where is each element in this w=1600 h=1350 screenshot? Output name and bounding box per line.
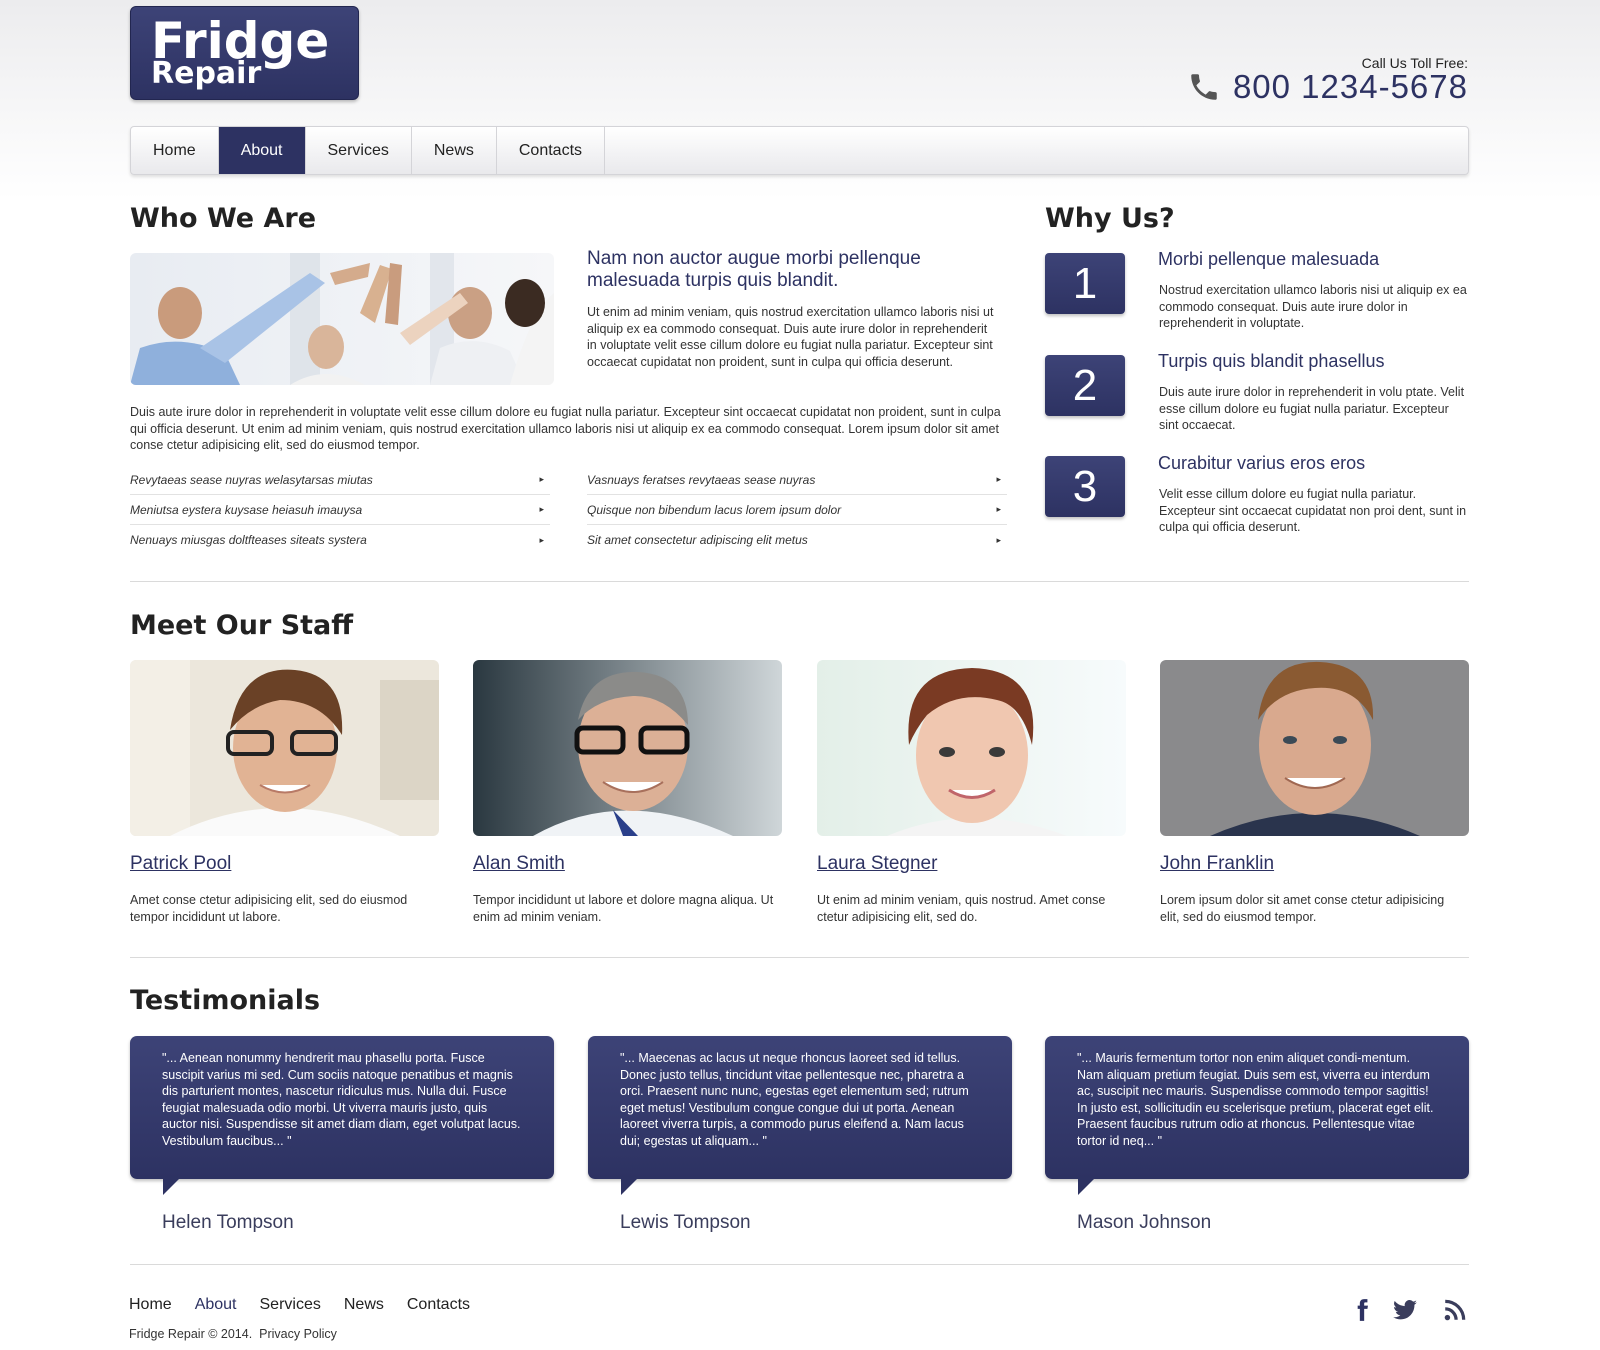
arrow-right-icon: ▸: [539, 534, 544, 545]
list-item-label: Nenuays miusgas doltfteases siteats syst…: [130, 533, 367, 547]
why-item-text: Nostrud exercitation ullamco laboris nis…: [1159, 283, 1467, 331]
why-title: Why Us?: [1045, 203, 1175, 234]
copyright: Fridge Repair © 2014. Privacy Policy: [129, 1327, 337, 1341]
privacy-policy-link[interactable]: Privacy Policy: [259, 1327, 337, 1341]
who-list-right: Vasnuays feratses revytaeas sease nuyras…: [587, 465, 1007, 555]
footer-nav: Home About Services News Contacts: [129, 1296, 470, 1314]
phone-number[interactable]: 800 1234-5678: [1233, 68, 1468, 106]
who-lead-text: Ut enim ad minim veniam, quis nostrud ex…: [587, 305, 994, 370]
footer-nav-news[interactable]: News: [344, 1296, 384, 1314]
staff-desc: Ut enim ad minim veniam, quis nostrud. A…: [817, 893, 1106, 924]
nav-contacts[interactable]: Contacts: [497, 127, 606, 174]
list-item-label: Vasnuays feratses revytaeas sease nuyras: [587, 472, 816, 487]
list-item[interactable]: Nenuays miusgas doltfteases siteats syst…: [130, 525, 550, 555]
page: Fridge Repair Call Us Toll Free: 800 123…: [0, 0, 1600, 1350]
why-item-text: Velit esse cillum dolore eu fugiat nulla…: [1159, 487, 1467, 535]
staff-desc: Lorem ipsum dolor sit amet conse ctetur …: [1160, 893, 1445, 924]
staff-photo-art: [817, 660, 1126, 836]
copyright-text: Fridge Repair © 2014.: [129, 1327, 253, 1341]
arrow-right-icon: ▸: [996, 534, 1001, 545]
staff-photo-4: [1160, 660, 1469, 836]
quote-tail: [621, 1179, 637, 1195]
testimonial-author: Mason Johnson: [1077, 1212, 1212, 1233]
staff-photo-art: [1160, 660, 1469, 836]
phone-block: 800 1234-5678: [1187, 68, 1468, 106]
arrow-right-icon: ▸: [996, 474, 1001, 484]
quote-tail: [163, 1179, 179, 1195]
why-number-3: 3: [1045, 456, 1125, 517]
why-number-2: 2: [1045, 355, 1125, 416]
list-item[interactable]: Sit amet consectetur adipiscing elit met…: [587, 525, 1007, 555]
why-item-title: Curabitur varius eros eros: [1158, 453, 1366, 473]
staff-desc: Amet conse ctetur adipisicing elit, sed …: [130, 893, 408, 924]
list-item-label: Revytaeas sease nuyras welasytarsas miut…: [130, 472, 373, 487]
list-item-label: Meniutsa eystera kuysase heiasuh imauysa: [130, 502, 363, 517]
testimonial-quote: "... Aenean nonummy hendrerit mau phasel…: [130, 1036, 554, 1179]
footer-nav-services[interactable]: Services: [260, 1296, 321, 1314]
list-item[interactable]: Vasnuays feratses revytaeas sease nuyras…: [587, 465, 1007, 495]
logo-line2: Repair: [151, 56, 262, 91]
arrow-right-icon: ▸: [539, 504, 544, 514]
why-item-text: Duis aute irure dolor in reprehenderit i…: [1159, 385, 1465, 433]
list-item[interactable]: Revytaeas sease nuyras welasytarsas miut…: [130, 465, 550, 495]
staff-name-link[interactable]: Laura Stegner: [817, 853, 937, 875]
who-title: Who We Are: [130, 203, 317, 234]
nav-news[interactable]: News: [412, 127, 497, 174]
nav-home[interactable]: Home: [131, 127, 219, 174]
staff-photo-art: [473, 660, 782, 836]
list-item[interactable]: Meniutsa eystera kuysase heiasuh imauysa…: [130, 495, 550, 525]
why-item-title: Morbi pellenque malesuada: [1158, 249, 1380, 269]
rss-icon[interactable]: [1442, 1297, 1468, 1323]
testimonial-author: Lewis Tompson: [620, 1212, 751, 1233]
staff-photo-1: [130, 660, 439, 836]
staff-name-link[interactable]: Alan Smith: [473, 853, 565, 875]
quote-tail: [1078, 1179, 1094, 1195]
who-paragraph: Duis aute irure dolor in reprehenderit i…: [130, 405, 1001, 452]
testimonial-author: Helen Tompson: [162, 1212, 294, 1233]
who-lead-title: Nam non auctor augue morbi pellenque mal…: [587, 248, 921, 291]
section-divider: [130, 1264, 1469, 1265]
footer-nav-about[interactable]: About: [195, 1296, 237, 1314]
nav-about[interactable]: About: [218, 127, 306, 174]
footer-nav-contacts[interactable]: Contacts: [407, 1296, 470, 1314]
logo[interactable]: Fridge Repair: [130, 6, 359, 100]
testimonial-quote: "... Maecenas ac lacus ut neque rhoncus …: [588, 1036, 1012, 1179]
testimonial-quote: "... Mauris fermentum tortor non enim al…: [1045, 1036, 1469, 1179]
list-item[interactable]: Quisque non bibendum lacus lorem ipsum d…: [587, 495, 1007, 525]
section-divider: [130, 957, 1469, 958]
nav-services[interactable]: Services: [306, 127, 412, 174]
list-item-label: Quisque non bibendum lacus lorem ipsum d…: [587, 502, 842, 517]
staff-photo-3: [817, 660, 1126, 836]
staff-desc: Tempor incididunt ut labore et dolore ma…: [473, 893, 774, 924]
staff-name-link[interactable]: Patrick Pool: [130, 853, 231, 875]
section-divider: [130, 581, 1469, 582]
team-photo-art: [130, 253, 554, 385]
why-item-title: Turpis quis blandit phasellus: [1158, 351, 1385, 371]
who-list-left: Revytaeas sease nuyras welasytarsas miut…: [130, 465, 550, 555]
main-nav: Home About Services News Contacts: [130, 126, 1469, 175]
list-item-label: Sit amet consectetur adipiscing elit met…: [587, 533, 808, 547]
team-photo: [130, 253, 554, 385]
arrow-right-icon: ▸: [539, 474, 544, 484]
why-number-1: 1: [1045, 253, 1125, 314]
staff-photo-2: [473, 660, 782, 836]
twitter-icon[interactable]: [1392, 1297, 1418, 1323]
testimonials-title: Testimonials: [130, 985, 321, 1016]
footer-nav-home[interactable]: Home: [129, 1296, 172, 1314]
facebook-icon[interactable]: [1349, 1297, 1375, 1323]
staff-name-link[interactable]: John Franklin: [1160, 853, 1274, 875]
phone-icon: [1191, 74, 1217, 100]
arrow-right-icon: ▸: [996, 504, 1001, 514]
staff-photo-art: [130, 660, 439, 836]
staff-title: Meet Our Staff: [130, 610, 354, 641]
